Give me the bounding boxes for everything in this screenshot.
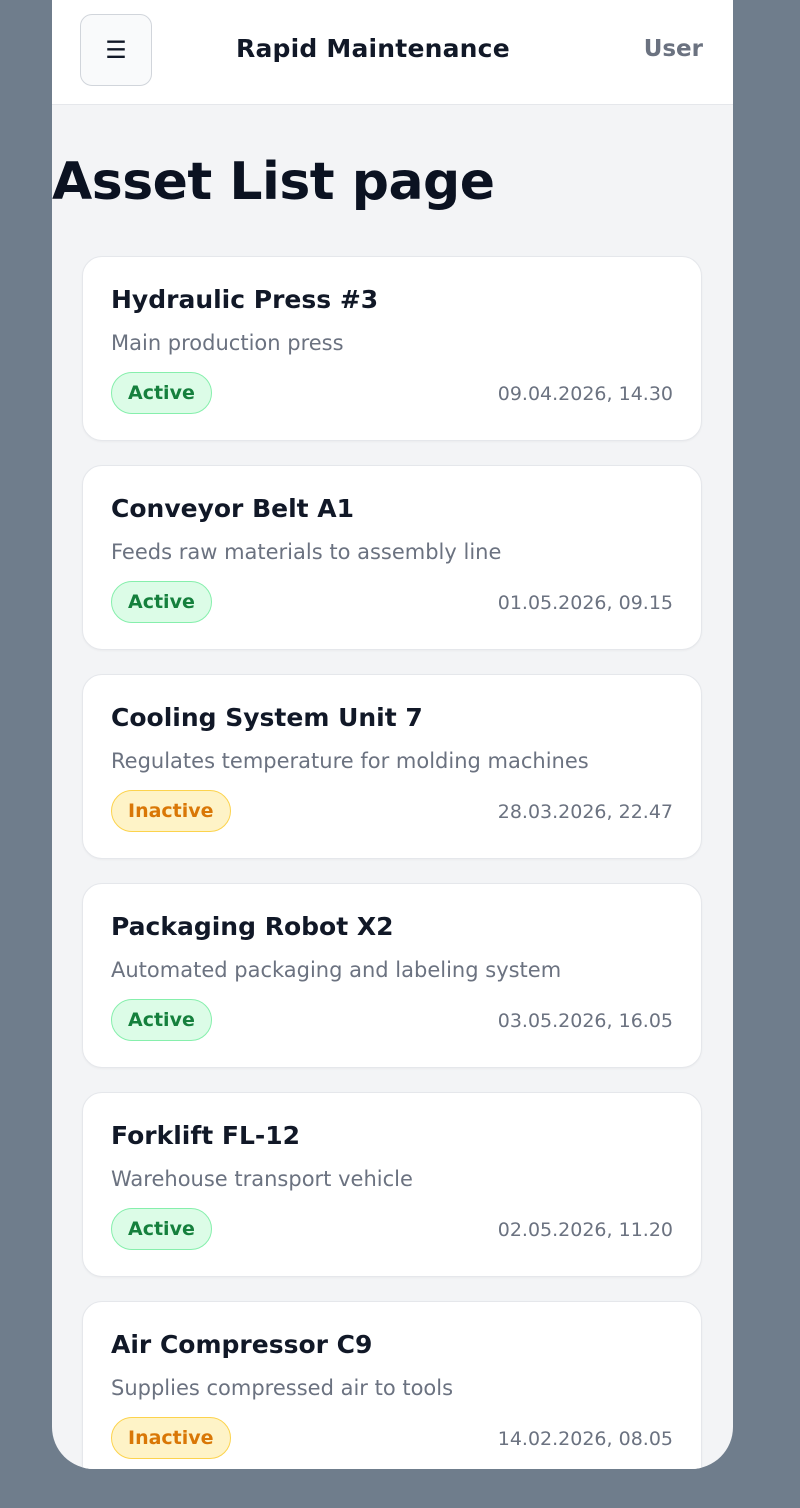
user-menu[interactable]: User — [644, 36, 703, 62]
asset-name: Hydraulic Press #3 — [111, 285, 379, 314]
asset-card[interactable]: Forklift FL-12 Warehouse transport vehic… — [82, 1092, 702, 1277]
asset-name: Conveyor Belt A1 — [111, 494, 355, 523]
app-title: Rapid Maintenance — [236, 34, 510, 63]
asset-timestamp: 02.05.2026, 11.20 — [497, 1219, 673, 1241]
asset-name: Cooling System Unit 7 — [111, 703, 423, 732]
asset-card[interactable]: Cooling System Unit 7 Regulates temperat… — [82, 674, 702, 859]
asset-card[interactable]: Packaging Robot X2 Automated packaging a… — [82, 883, 702, 1068]
status-badge: Active — [111, 999, 212, 1041]
asset-timestamp: 09.04.2026, 14.30 — [497, 383, 673, 405]
asset-timestamp: 01.05.2026, 09.15 — [497, 592, 673, 614]
status-badge: Active — [111, 372, 212, 414]
asset-timestamp: 14.02.2026, 08.05 — [497, 1428, 673, 1450]
asset-name: Air Compressor C9 — [111, 1330, 373, 1359]
asset-description: Feeds raw materials to assembly line — [111, 540, 502, 564]
app-frame: ☰ Rapid Maintenance User Asset List page… — [52, 0, 733, 1469]
status-badge: Active — [111, 1208, 212, 1250]
asset-card[interactable]: Hydraulic Press #3 Main production press… — [82, 256, 702, 441]
asset-timestamp: 03.05.2026, 16.05 — [497, 1010, 673, 1032]
asset-description: Regulates temperature for molding machin… — [111, 749, 589, 773]
page-title: Asset List page — [52, 152, 495, 212]
status-badge: Inactive — [111, 1417, 231, 1459]
asset-description: Main production press — [111, 331, 344, 355]
asset-description: Automated packaging and labeling system — [111, 958, 562, 982]
asset-description: Warehouse transport vehicle — [111, 1167, 413, 1191]
hamburger-icon: ☰ — [105, 36, 127, 64]
asset-card[interactable]: Air Compressor C9 Supplies compressed ai… — [82, 1301, 702, 1469]
asset-name: Forklift FL-12 — [111, 1121, 301, 1150]
menu-button[interactable]: ☰ — [80, 14, 152, 86]
asset-timestamp: 28.03.2026, 22.47 — [497, 801, 673, 823]
asset-card[interactable]: Conveyor Belt A1 Feeds raw materials to … — [82, 465, 702, 650]
asset-name: Packaging Robot X2 — [111, 912, 394, 941]
status-badge: Active — [111, 581, 212, 623]
status-badge: Inactive — [111, 790, 231, 832]
asset-list: Hydraulic Press #3 Main production press… — [82, 256, 702, 1469]
asset-description: Supplies compressed air to tools — [111, 1376, 454, 1400]
top-bar: ☰ Rapid Maintenance User — [52, 0, 733, 105]
